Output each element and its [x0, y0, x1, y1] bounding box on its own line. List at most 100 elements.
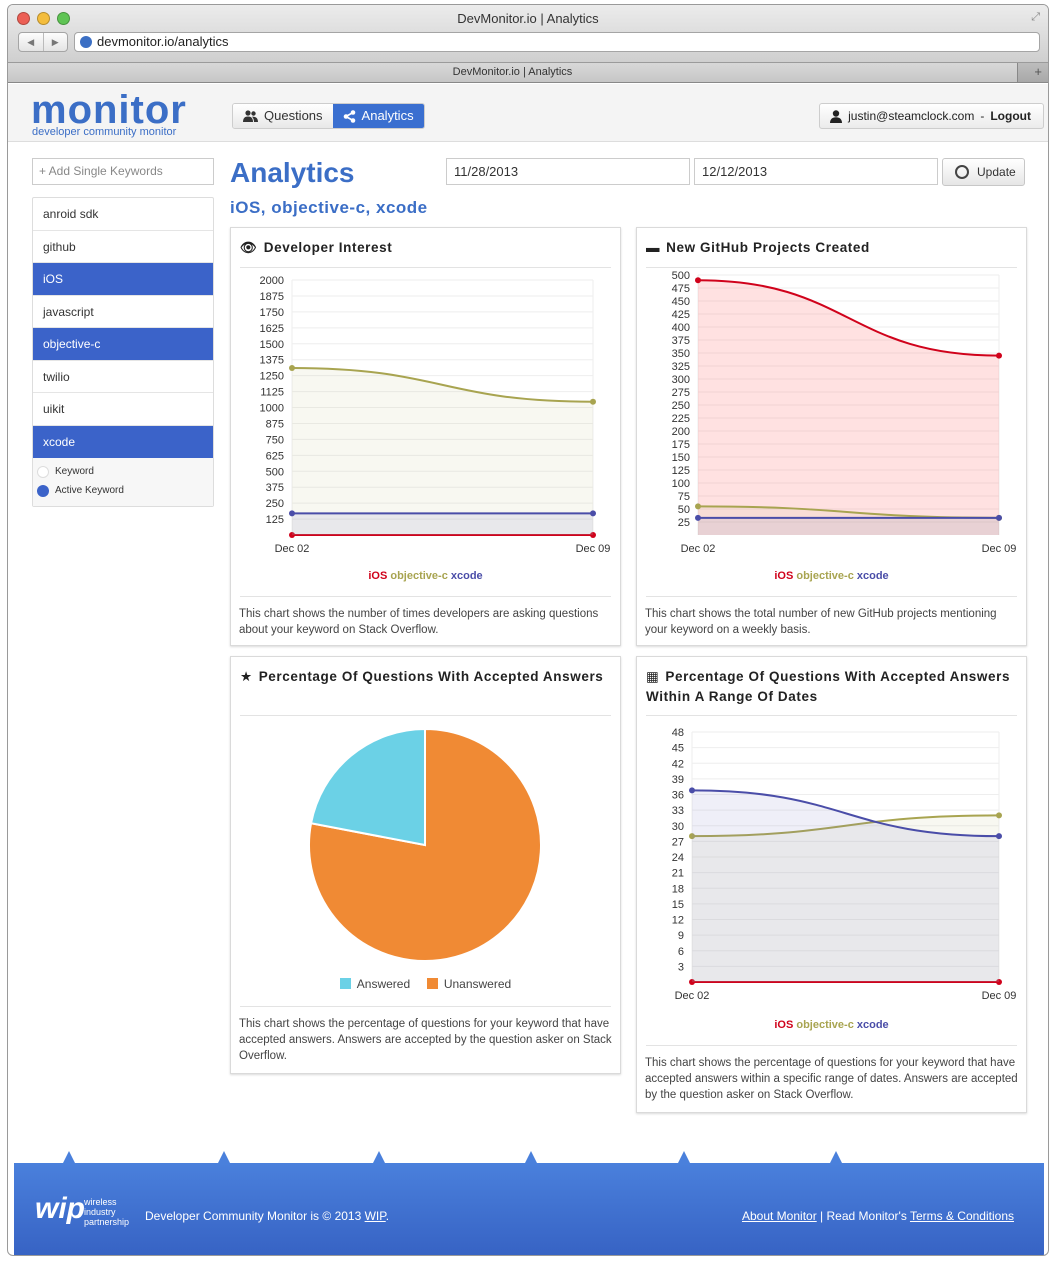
y-tick-label: 25: [678, 517, 690, 529]
xcode-data-point: [996, 514, 1002, 521]
keyword-item-ios[interactable]: iOS: [33, 263, 213, 296]
keyword-dot-icon: [37, 465, 49, 478]
y-tick-label: 75: [678, 491, 690, 503]
accepted-range-description: This chart shows the percentage of quest…: [645, 1057, 1018, 1101]
tab-analytics[interactable]: Analytics: [332, 104, 424, 128]
legend-ios: iOS: [368, 570, 388, 582]
unanswered-swatch: [426, 978, 438, 989]
y-tick-label: 36: [672, 790, 684, 802]
forward-arrow-icon[interactable]: ▶: [42, 33, 68, 51]
developer-interest-panel: 👁 Developer Interest 125 250 375 500 625 750 87…: [230, 227, 621, 646]
y-tick-label: 27: [672, 836, 684, 848]
keyword-sidebar: + Add Single Keywords anroid sdk github …: [32, 158, 214, 507]
wip-link[interactable]: WIP: [365, 1209, 386, 1223]
legend-xcode: xcode: [856, 1019, 889, 1031]
y-tick-label: 325: [672, 361, 690, 373]
update-button[interactable]: Update: [942, 158, 1025, 186]
legend-ios: iOS: [774, 1019, 794, 1031]
logout-link[interactable]: Logout: [990, 104, 1031, 128]
y-tick-label: 18: [672, 883, 684, 895]
y-tick-label: 100: [672, 478, 690, 490]
about-monitor-link[interactable]: About Monitor: [742, 1209, 817, 1223]
footer-copyright: Developer Community Monitor is © 2013 WI…: [145, 1209, 389, 1223]
main-nav: Questions Analytics: [232, 103, 425, 129]
y-tick-label: 500: [672, 270, 690, 282]
x-tick-label: Dec 02: [675, 990, 710, 1002]
legend-objc: objective-c: [390, 570, 448, 582]
new-tab-icon[interactable]: +: [1034, 64, 1042, 79]
keyword-item-uikit[interactable]: uikit: [33, 393, 213, 426]
site-header: monitor developer community monitor Ques…: [8, 84, 1048, 142]
keyword-item-twilio[interactable]: twilio: [33, 361, 213, 393]
add-keyword-input[interactable]: + Add Single Keywords: [32, 158, 214, 185]
xcode-data-point: [289, 510, 295, 517]
user-separator: -: [980, 109, 985, 123]
wip-sub-2: industry: [84, 1207, 116, 1217]
x-tick-label: Dec 02: [681, 543, 716, 555]
site-footer: wip wireless industry partnership Develope…: [14, 1151, 1044, 1255]
y-tick-label: 400: [672, 322, 690, 334]
y-tick-label: 350: [672, 348, 690, 360]
user-menu[interactable]: justin@steamclock.com - Logout: [819, 103, 1044, 129]
y-tick-label: 3: [678, 961, 684, 973]
legend-ios: iOS: [774, 570, 794, 582]
xcode-series-area: [698, 517, 999, 535]
legend-xcode: xcode: [856, 570, 889, 582]
terms-link[interactable]: Terms & Conditions: [910, 1209, 1014, 1223]
tab-analytics-label: Analytics: [361, 108, 414, 123]
fullscreen-icon[interactable]: ⤢: [1031, 11, 1040, 24]
xcode-data-point: [689, 787, 695, 794]
share-icon: [343, 109, 355, 123]
copyright-text: Developer Community Monitor is © 2013: [145, 1209, 365, 1223]
title-bar: DevMonitor.io | Analytics ⤢ ◀ ▶ devmonit…: [8, 5, 1048, 63]
developer-interest-description: This chart shows the number of times dev…: [239, 608, 599, 636]
ios-data-point: [996, 352, 1002, 359]
divider: [240, 596, 611, 597]
answered-swatch: [339, 978, 351, 989]
divider: [646, 1045, 1017, 1046]
github-projects-panel: ▬ New GitHub Projects Created 25 50 75 100 12…: [636, 227, 1027, 646]
y-tick-label: 225: [672, 413, 690, 425]
accepted-answers-panel: ★ Percentage Of Questions With Accepted A…: [230, 656, 621, 1074]
y-tick-label: 1125: [260, 387, 284, 399]
x-tick-label: Dec 09: [982, 543, 1017, 555]
active-keyword-dot-icon: [37, 484, 49, 497]
user-email: justin@steamclock.com: [848, 109, 975, 123]
url-text: devmonitor.io/analytics: [97, 34, 229, 49]
y-tick-label: 1875: [260, 291, 284, 303]
tab-questions[interactable]: Questions: [233, 104, 333, 128]
keyword-item-javascript[interactable]: javascript: [33, 296, 213, 328]
chart-legend: iOS objective-c xcode: [231, 570, 620, 582]
keyword-item-github[interactable]: github: [33, 231, 213, 263]
browser-tab[interactable]: DevMonitor.io | Analytics: [8, 63, 1018, 82]
history-buttons: ◀ ▶: [18, 32, 68, 52]
y-tick-label: 175: [672, 439, 690, 451]
address-bar[interactable]: devmonitor.io/analytics: [74, 32, 1040, 52]
tab-questions-label: Questions: [264, 108, 323, 123]
github-projects-description: This chart shows the total number of new…: [645, 608, 997, 636]
legend-objc: objective-c: [796, 1019, 854, 1031]
logo-tagline: developer community monitor: [32, 126, 177, 138]
back-arrow-icon[interactable]: ◀: [19, 33, 43, 51]
xcode-data-point: [590, 510, 596, 517]
monitor-logo[interactable]: monitor: [31, 90, 187, 130]
objc-data-point: [590, 398, 596, 405]
keyword-item-anroid-sdk[interactable]: anroid sdk: [33, 198, 213, 231]
keyword-item-xcode[interactable]: xcode: [33, 425, 213, 458]
y-tick-label: 6: [678, 946, 684, 958]
y-tick-label: 24: [672, 852, 684, 864]
y-tick-label: 2000: [260, 275, 284, 287]
wip-logo[interactable]: wip: [35, 1192, 85, 1226]
page-title: Analytics: [230, 157, 355, 188]
x-tick-label: Dec 02: [275, 543, 310, 555]
developer-interest-chart: 125 250 375 500 625 750 875 1000 1125 1250 1375 150…: [260, 275, 611, 555]
xcode-data-point: [695, 514, 701, 521]
browser-window: DevMonitor.io | Analytics ⤢ ◀ ▶ devmonit…: [7, 4, 1049, 1256]
user-icon: [830, 109, 843, 123]
footer-links: About Monitor | Read Monitor's Terms & C…: [742, 1209, 1014, 1223]
keyword-item-objective-c[interactable]: objective-c: [33, 328, 213, 361]
date-from-input[interactable]: 11/28/2013: [446, 158, 690, 185]
date-to-input[interactable]: 12/12/2013: [694, 158, 938, 185]
keyword-list: anroid sdk github iOS javascript objecti…: [32, 197, 214, 507]
keyword-legend: Keyword Active Keyword: [33, 458, 213, 506]
